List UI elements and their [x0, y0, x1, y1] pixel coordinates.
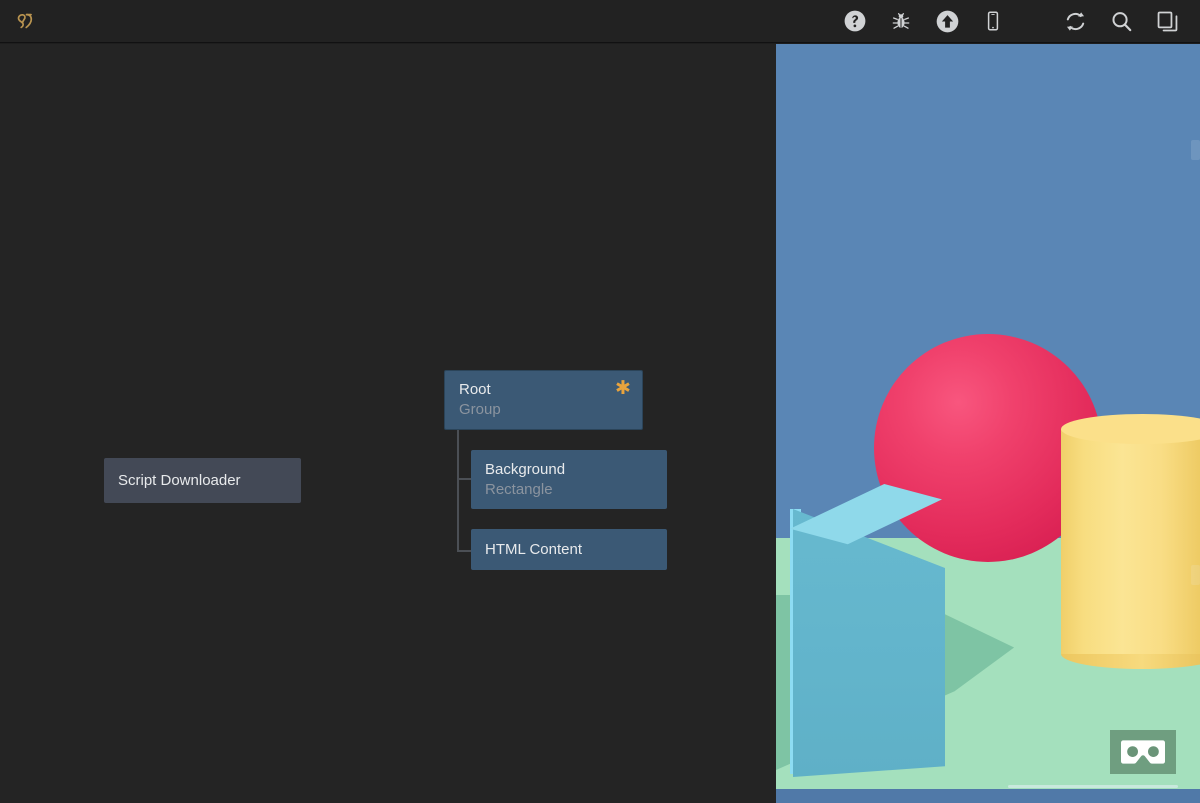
node-title: Script Downloader: [118, 471, 241, 489]
layout-windows-button[interactable]: [1144, 0, 1190, 43]
copy-windows-icon: [1157, 11, 1177, 31]
node-subtitle: Rectangle: [485, 480, 553, 498]
scene-object-yellow-cylinder: [1061, 429, 1200, 654]
mobile-preview-button[interactable]: [970, 0, 1016, 43]
node-background[interactable]: Background Rectangle: [471, 450, 667, 509]
mobile-phone-icon: [987, 11, 999, 31]
preview-vertical-scrollbar-mid[interactable]: [1191, 565, 1200, 585]
node-title: Root: [459, 381, 491, 398]
tree-connector-branch-1: [457, 478, 472, 480]
preview-bottom-bar: [776, 789, 1200, 803]
reload-button[interactable]: [1052, 0, 1098, 43]
top-toolbar: [0, 0, 1200, 43]
toolbar-left-tool-group: [832, 0, 1016, 43]
scene-preview-panel[interactable]: [776, 44, 1200, 803]
asterisk-star-icon[interactable]: ✱: [615, 379, 631, 398]
bug-icon: [892, 13, 910, 29]
toolbar-right-tool-group: [1052, 0, 1190, 43]
tree-connector-branch-2: [457, 550, 472, 552]
upload-circle-icon: [936, 10, 958, 32]
app-root: Script Downloader Root Group ✱ Backgroun…: [0, 0, 1200, 803]
search-icon: [1111, 11, 1131, 31]
node-title: HTML Content: [485, 540, 582, 558]
help-circle-icon: [844, 10, 866, 32]
node-subtitle: Group: [459, 401, 501, 418]
preview-horizontal-scrollbar[interactable]: [1008, 785, 1178, 788]
search-button[interactable]: [1098, 0, 1144, 43]
node-graph-canvas[interactable]: Script Downloader Root Group ✱ Backgroun…: [0, 44, 776, 803]
help-button[interactable]: [832, 0, 878, 43]
node-root[interactable]: Root Group ✱: [444, 370, 643, 430]
debug-button[interactable]: [878, 0, 924, 43]
preview-vertical-scrollbar-top[interactable]: [1191, 140, 1200, 160]
3d-scene-stage[interactable]: [776, 44, 1200, 789]
refresh-sync-icon: [1066, 11, 1084, 31]
node-title: Background: [485, 460, 566, 478]
vr-cardboard-icon: [1121, 740, 1165, 764]
enter-vr-button[interactable]: [1110, 730, 1176, 774]
app-logo[interactable]: [11, 7, 39, 35]
node-html-content[interactable]: HTML Content: [471, 529, 667, 570]
tree-connector-vertical: [457, 430, 459, 552]
script-glyph-logo-icon: [17, 13, 33, 29]
node-script-downloader[interactable]: Script Downloader: [104, 458, 301, 503]
publish-button[interactable]: [924, 0, 970, 43]
